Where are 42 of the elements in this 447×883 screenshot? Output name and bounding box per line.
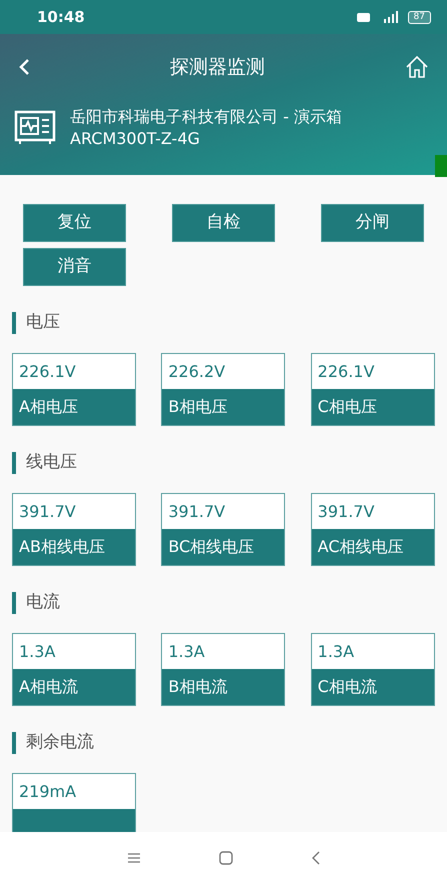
reading-value: 391.7V <box>312 494 434 529</box>
page-title: 探测器监测 <box>170 54 265 80</box>
reading-label: A相电压 <box>13 389 135 425</box>
reading-label: AB相线电压 <box>13 529 135 565</box>
control-button[interactable]: 分闸 <box>321 204 424 242</box>
reading-label: BC相线电压 <box>162 529 284 565</box>
control-button[interactable]: 自检 <box>172 204 275 242</box>
section-marker <box>12 592 16 614</box>
reading-label: B相电流 <box>162 669 284 705</box>
section-title: 电流 <box>26 591 60 614</box>
reading-label: A相电流 <box>13 669 135 705</box>
menu-icon[interactable] <box>126 852 140 864</box>
section-marker <box>12 312 16 334</box>
device-name: 岳阳市科瑞电子科技有限公司 - 演示箱 <box>70 106 342 128</box>
reading-value: 1.3A <box>312 634 434 669</box>
reading-value: 226.1V <box>312 354 434 389</box>
back-nav-icon[interactable] <box>310 850 320 864</box>
section-marker <box>12 452 16 474</box>
reading-value: 226.1V <box>13 354 135 389</box>
section-title: 电压 <box>26 311 60 334</box>
battery-indicator: 87 <box>408 10 431 24</box>
reading-value: 1.3A <box>13 634 135 669</box>
control-button[interactable]: 复位 <box>23 204 126 242</box>
reading-value: 226.2V <box>162 354 284 389</box>
reading-value: 391.7V <box>13 494 135 529</box>
reading-value: 1.3A <box>162 634 284 669</box>
control-button[interactable]: 消音 <box>23 248 126 286</box>
device-model: ARCM300T-Z-4G <box>70 128 201 150</box>
reading-label: C相电压 <box>312 389 434 425</box>
home-icon[interactable] <box>405 55 429 79</box>
back-icon[interactable] <box>18 58 30 76</box>
reading-label: C相电流 <box>312 669 434 705</box>
section-title: 线电压 <box>26 451 77 474</box>
monitor-icon <box>14 110 56 146</box>
status-time: 10:48 <box>37 6 85 28</box>
reading-value: 391.7V <box>162 494 284 529</box>
section-title: 剩余电流 <box>26 731 94 754</box>
reading-value: 219mA <box>13 774 135 809</box>
home-nav-icon[interactable] <box>218 850 232 864</box>
reading-label: AC相线电压 <box>312 529 434 565</box>
reading-label: B相电压 <box>162 389 284 425</box>
section-marker <box>12 732 16 754</box>
